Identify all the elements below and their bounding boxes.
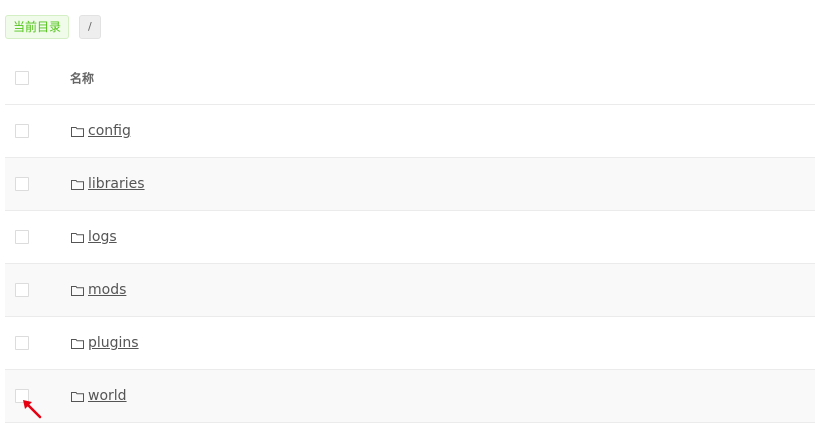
name-column-header: 名称 [70, 71, 95, 86]
file-browser: 当前目录 / 名称 config libraries logs mods plu… [0, 0, 815, 442]
breadcrumb: 当前目录 / [5, 15, 101, 39]
red-arrow-icon [23, 400, 42, 419]
folder-link[interactable]: mods [88, 282, 126, 298]
current-path-tag[interactable]: / [79, 15, 101, 39]
name-cell: config [71, 123, 131, 139]
folder-link[interactable]: world [88, 388, 127, 404]
table-row: logs [5, 211, 815, 264]
folder-link[interactable]: logs [88, 229, 117, 245]
name-cell: libraries [71, 176, 145, 192]
folder-icon [71, 126, 84, 137]
folder-icon [71, 338, 84, 349]
folder-icon [71, 232, 84, 243]
folder-icon [71, 285, 84, 296]
name-cell: plugins [71, 335, 139, 351]
folder-link[interactable]: config [88, 123, 131, 139]
file-table: 名称 config libraries logs mods plugins wo… [5, 52, 815, 423]
table-row: mods [5, 264, 815, 317]
current-directory-tag: 当前目录 [5, 15, 70, 39]
folder-link[interactable]: plugins [88, 335, 139, 351]
row-checkbox[interactable] [15, 283, 29, 297]
table-row: config [5, 105, 815, 158]
name-cell: world [71, 388, 127, 404]
select-all-checkbox[interactable] [15, 71, 29, 85]
row-checkbox[interactable] [15, 177, 29, 191]
table-header: 名称 [5, 52, 815, 105]
table-row: world [5, 370, 815, 423]
table-row: libraries [5, 158, 815, 211]
folder-icon [71, 179, 84, 190]
table-row: plugins [5, 317, 815, 370]
name-cell: mods [71, 282, 126, 298]
row-checkbox[interactable] [15, 230, 29, 244]
name-cell: logs [71, 229, 117, 245]
folder-link[interactable]: libraries [88, 176, 145, 192]
row-checkbox[interactable] [15, 124, 29, 138]
row-checkbox[interactable] [15, 336, 29, 350]
folder-icon [71, 391, 84, 402]
